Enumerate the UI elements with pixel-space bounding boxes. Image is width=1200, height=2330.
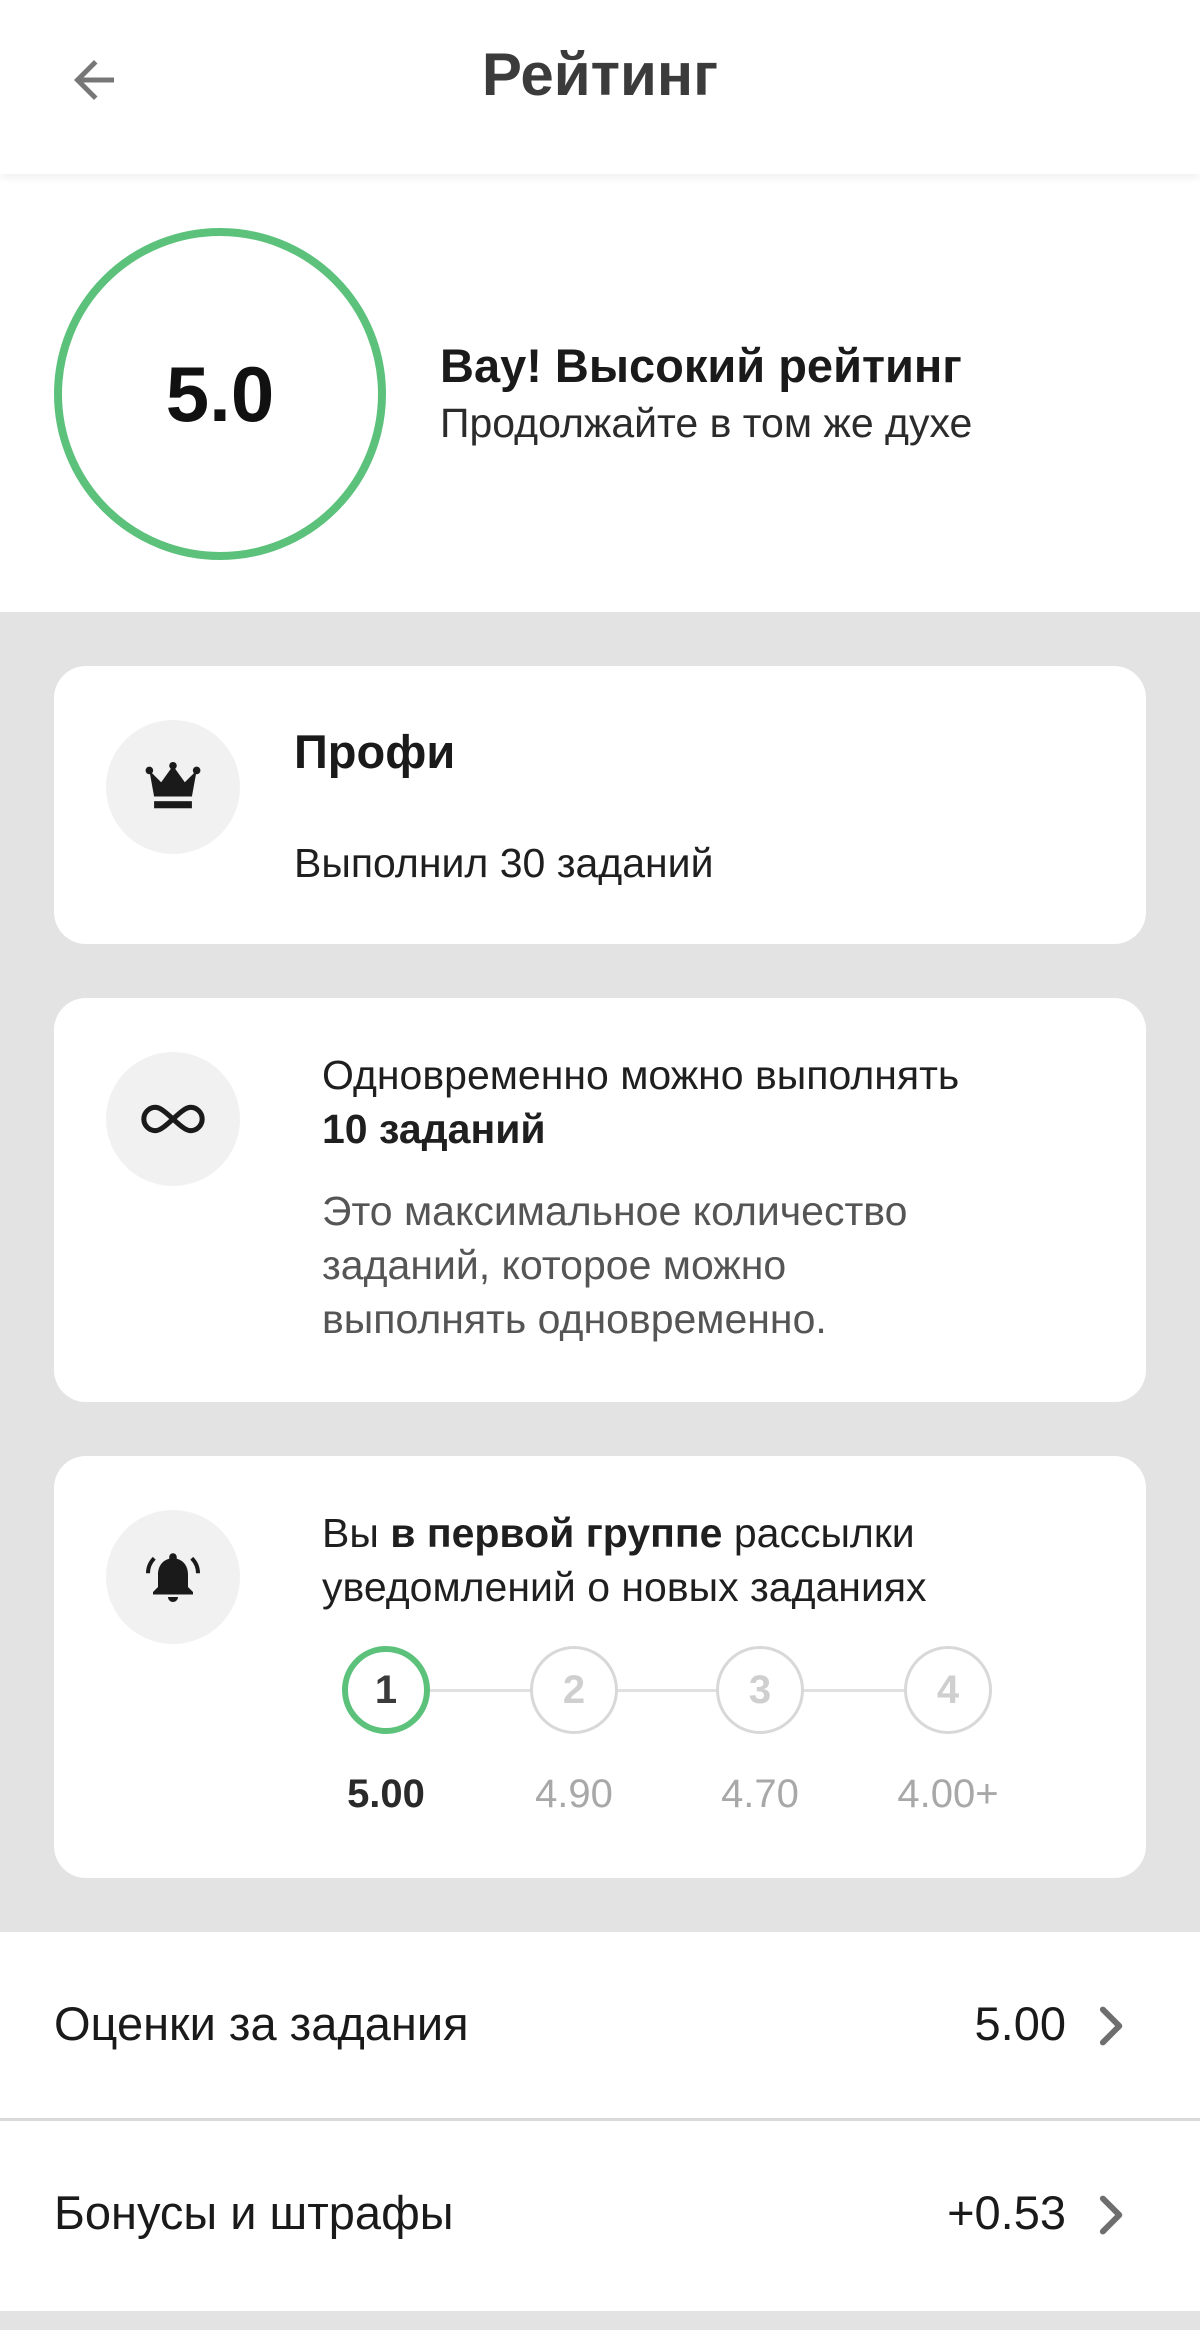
- row-task-ratings[interactable]: Оценки за задания 5.00: [0, 1932, 1200, 2118]
- row-label: Бонусы и штрафы: [54, 2186, 454, 2239]
- group-step-2: 2: [530, 1646, 618, 1734]
- rating-title: Вау! Высокий рейтинг: [440, 339, 962, 392]
- rating-value: 5.0: [165, 349, 275, 438]
- step-connector: [616, 1689, 720, 1692]
- group-step-value: 4.90: [535, 1772, 613, 1816]
- group-step-number: 1: [374, 1667, 398, 1712]
- rating-subtitle: Продолжайте в том же духе: [440, 400, 973, 446]
- group-step-value: 4.70: [721, 1772, 799, 1816]
- crown-icon: [145, 761, 201, 809]
- notifications-line2: уведомлений о новых заданиях: [322, 1564, 927, 1610]
- notifications-suffix: рассылки: [722, 1510, 915, 1556]
- concurrency-desc-3: выполнять одновременно.: [322, 1296, 827, 1342]
- group-step-number: 4: [936, 1667, 960, 1712]
- concurrency-desc-1: Это максимальное количество: [322, 1188, 908, 1234]
- chevron-right-icon: [1099, 2195, 1123, 2235]
- notifications-icon-bubble: [106, 1510, 240, 1644]
- level-card: Профи Выполнил 30 заданий: [54, 666, 1146, 944]
- group-step-3: 3: [716, 1646, 804, 1734]
- rating-summary: 5.0 Вау! Высокий рейтинг Продолжайте в т…: [0, 174, 1200, 612]
- concurrency-desc-2: заданий, которое можно: [322, 1242, 787, 1288]
- infinity-icon: [141, 1104, 205, 1134]
- row-label: Оценки за задания: [54, 1997, 469, 2050]
- row-value: 5.00: [974, 1997, 1066, 2050]
- step-connector: [430, 1689, 530, 1692]
- group-step-number: 2: [562, 1667, 586, 1712]
- level-icon-bubble: [106, 720, 240, 854]
- notifications-card: Вы в первой группе рассылки уведомлений …: [54, 1456, 1146, 1878]
- group-step-number: 3: [748, 1667, 772, 1712]
- notifications-bold: в первой группе: [390, 1510, 723, 1556]
- step-connector: [804, 1689, 908, 1692]
- rating-circle: 5.0: [54, 228, 386, 560]
- group-step-4: 4: [904, 1646, 992, 1734]
- group-step-value: 4.00+: [897, 1772, 999, 1816]
- level-title: Профи: [294, 725, 456, 778]
- app-header: Рейтинг: [0, 0, 1200, 174]
- concurrency-card: Одновременно можно выполнять 10 заданий …: [54, 998, 1146, 1402]
- page-title: Рейтинг: [481, 41, 719, 108]
- concurrency-icon-bubble: [106, 1052, 240, 1186]
- notifications-line1: Вы в первой группе рассылки: [322, 1506, 915, 1560]
- row-bonuses-penalties[interactable]: Бонусы и штрафы +0.53: [0, 2121, 1200, 2311]
- bell-icon: [146, 1553, 200, 1602]
- group-step-1: 1: [342, 1646, 430, 1734]
- concurrency-bold: 10 заданий: [322, 1106, 546, 1152]
- concurrency-line1: Одновременно можно выполнять: [322, 1052, 960, 1098]
- row-value: +0.53: [947, 2186, 1066, 2239]
- chevron-right-icon: [1099, 2006, 1123, 2046]
- level-text: Выполнил 30 заданий: [294, 840, 714, 886]
- group-step-value: 5.00: [347, 1772, 425, 1816]
- notifications-prefix: Вы: [322, 1510, 391, 1556]
